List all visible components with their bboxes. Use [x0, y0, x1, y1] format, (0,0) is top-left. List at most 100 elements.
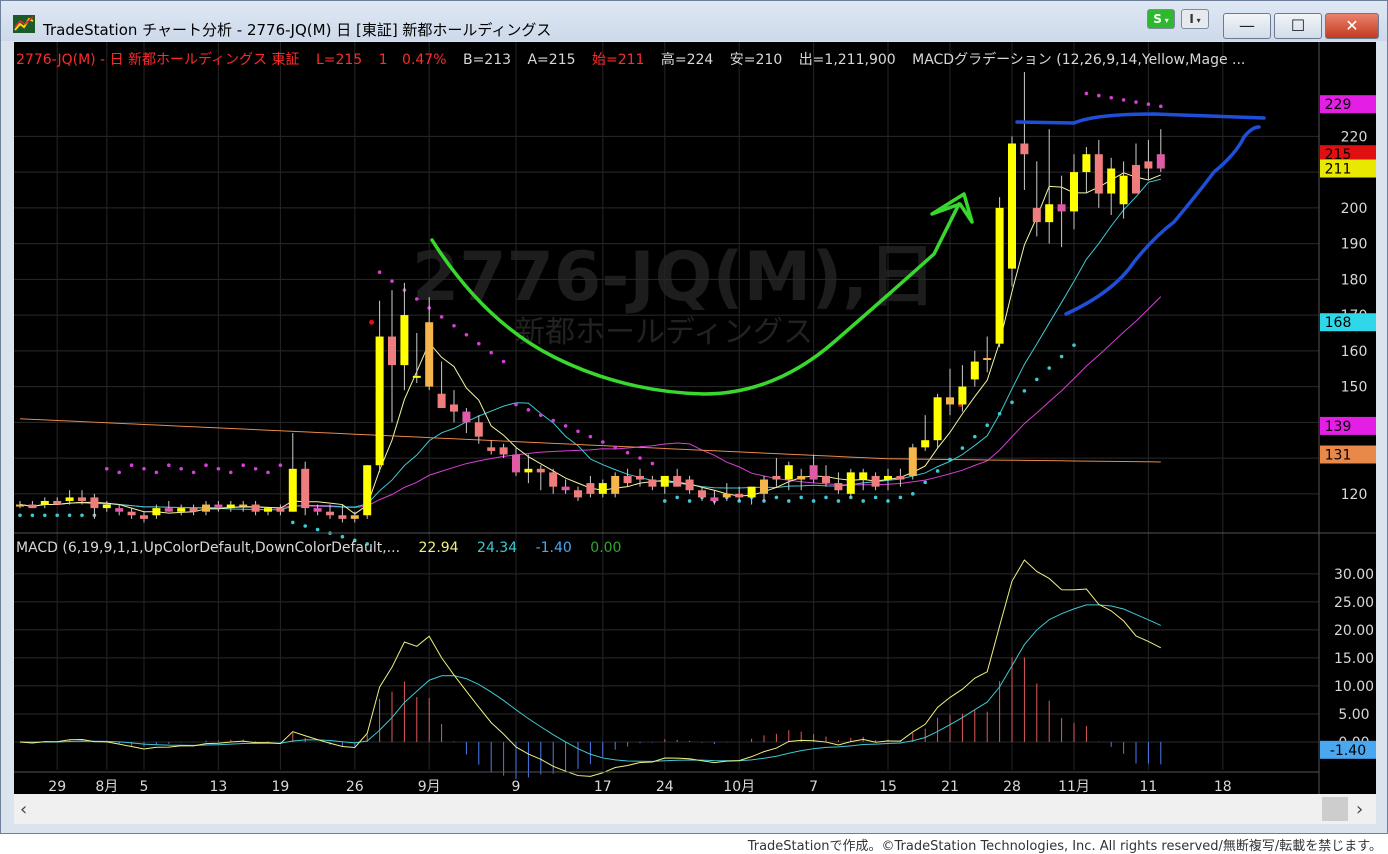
- info-i-button[interactable]: I ▾: [1181, 9, 1209, 29]
- candle-body: [598, 483, 607, 494]
- horizontal-scrollbar[interactable]: ‹ ›: [14, 794, 1376, 824]
- sar-dot: [526, 408, 531, 412]
- macd-label: MACD (6,19,9,1,1,UpColorDefault,DownColo…: [16, 540, 400, 556]
- sar-dot: [948, 457, 952, 462]
- sar-dot: [923, 480, 927, 485]
- macd-hist: -1.40: [536, 540, 572, 556]
- candle-body: [239, 504, 248, 507]
- sar-dot: [154, 470, 159, 475]
- scrollbar-svg[interactable]: ‹ ›: [14, 794, 1376, 824]
- candle-body: [264, 508, 272, 512]
- price-tick-label: 180: [1341, 272, 1368, 288]
- macd-tick-label: 15.00: [1334, 651, 1374, 667]
- sar-dot: [129, 463, 134, 468]
- window-title: TradeStation チャート分析 - 2776-JQ(M) 日 [東証] …: [43, 21, 552, 39]
- candle-body: [747, 486, 756, 498]
- minimize-icon: —: [1239, 16, 1255, 35]
- price-tick-label: 200: [1341, 201, 1368, 217]
- candle-body: [65, 497, 74, 501]
- macd-signal-line: [19, 604, 1162, 762]
- candle-body: [412, 375, 421, 378]
- sar-dot: [439, 315, 444, 319]
- candle-body: [896, 475, 905, 480]
- price-chart-svg[interactable]: 2776-JQ(M),日 新都ホールディングス 2776-JQ(M) - 日 新…: [14, 42, 1376, 794]
- candle-body: [474, 422, 483, 437]
- title-bar[interactable]: TradeStation チャート分析 - 2776-JQ(M) 日 [東証] …: [1, 1, 1387, 41]
- candle-body: [388, 336, 396, 366]
- sar-dot: [811, 499, 816, 503]
- sar-dot: [167, 463, 171, 468]
- sar-dot: [204, 463, 208, 468]
- grid-lines: [14, 42, 1319, 770]
- scroll-thumb[interactable]: [1322, 797, 1348, 821]
- candle-body: [673, 475, 682, 487]
- scroll-left-icon[interactable]: ‹: [20, 799, 27, 820]
- sar-dot: [873, 495, 878, 500]
- candle-body: [1082, 154, 1091, 173]
- sar-dot: [973, 434, 977, 439]
- candle-body: [16, 504, 24, 507]
- status-s-button[interactable]: S ▾: [1147, 9, 1175, 29]
- candle-body: [983, 357, 992, 360]
- sar-dot: [489, 350, 494, 355]
- candle-body: [226, 504, 235, 509]
- watermark-symbol: 2776-JQ(M),日: [412, 238, 936, 317]
- time-tick-label: 13: [209, 779, 227, 794]
- minimize-button[interactable]: —: [1223, 13, 1271, 39]
- time-tick-label: 18: [1214, 779, 1232, 794]
- candle-body: [958, 386, 967, 405]
- macd-tick-label: 25.00: [1334, 595, 1374, 611]
- sar-dot: [253, 467, 258, 471]
- scroll-right-icon[interactable]: ›: [1356, 799, 1363, 820]
- sar-dot: [1059, 354, 1064, 359]
- sar-dot: [464, 332, 469, 337]
- candle-body: [115, 508, 124, 512]
- candle-body: [90, 497, 99, 509]
- close-button[interactable]: ✕: [1325, 13, 1379, 39]
- candle-body: [859, 472, 868, 480]
- candle-body: [164, 508, 173, 512]
- sar-dot: [576, 429, 580, 434]
- resistance-line: [1015, 112, 1266, 125]
- sar-dot: [824, 495, 828, 500]
- sar-dot: [687, 499, 692, 503]
- candle-body: [214, 504, 223, 509]
- candle-body: [1008, 143, 1016, 269]
- time-tick-label: 15: [879, 779, 897, 794]
- candle-body: [40, 500, 49, 505]
- sar-dot: [1134, 100, 1138, 104]
- time-tick-label: 9: [512, 779, 521, 794]
- chart-area[interactable]: 2776-JQ(M),日 新都ホールディングス 2776-JQ(M) - 日 新…: [14, 42, 1376, 794]
- info-volume: 出=1,211,900: [799, 52, 896, 68]
- sar-dot: [80, 513, 84, 518]
- time-tick-label: 11月: [1058, 779, 1090, 794]
- chevron-down-icon: ▾: [1161, 16, 1169, 25]
- sar-dot: [1146, 102, 1151, 106]
- candle-body: [735, 493, 744, 498]
- candle-body: [1032, 207, 1041, 223]
- candle-body: [1119, 175, 1128, 205]
- app-window: TradeStation チャート分析 - 2776-JQ(M) 日 [東証] …: [0, 0, 1388, 834]
- maximize-button[interactable]: ☐: [1274, 13, 1322, 39]
- candle-body: [363, 465, 372, 516]
- sar-dot: [501, 359, 506, 364]
- candle-body: [437, 393, 446, 409]
- price-badge-label: 211: [1325, 162, 1352, 178]
- sar-dot: [266, 470, 270, 475]
- sar-dot: [1109, 95, 1113, 100]
- candle-body: [698, 490, 706, 498]
- info-last: L=215: [316, 52, 362, 68]
- candle-body: [102, 504, 111, 509]
- sar-dot: [861, 499, 865, 503]
- candle-body: [1132, 164, 1140, 194]
- status-s-label: S: [1153, 12, 1162, 26]
- candle-body: [1020, 143, 1029, 155]
- sar-dot: [898, 495, 903, 500]
- candle-body: [1057, 204, 1066, 212]
- sar-dot: [117, 470, 121, 475]
- macd-tick-label: 30.00: [1334, 567, 1374, 583]
- time-tick-label: 11: [1139, 779, 1157, 794]
- candle-body: [140, 515, 148, 519]
- price-tick-label: 150: [1341, 380, 1368, 396]
- candle-body: [536, 468, 545, 473]
